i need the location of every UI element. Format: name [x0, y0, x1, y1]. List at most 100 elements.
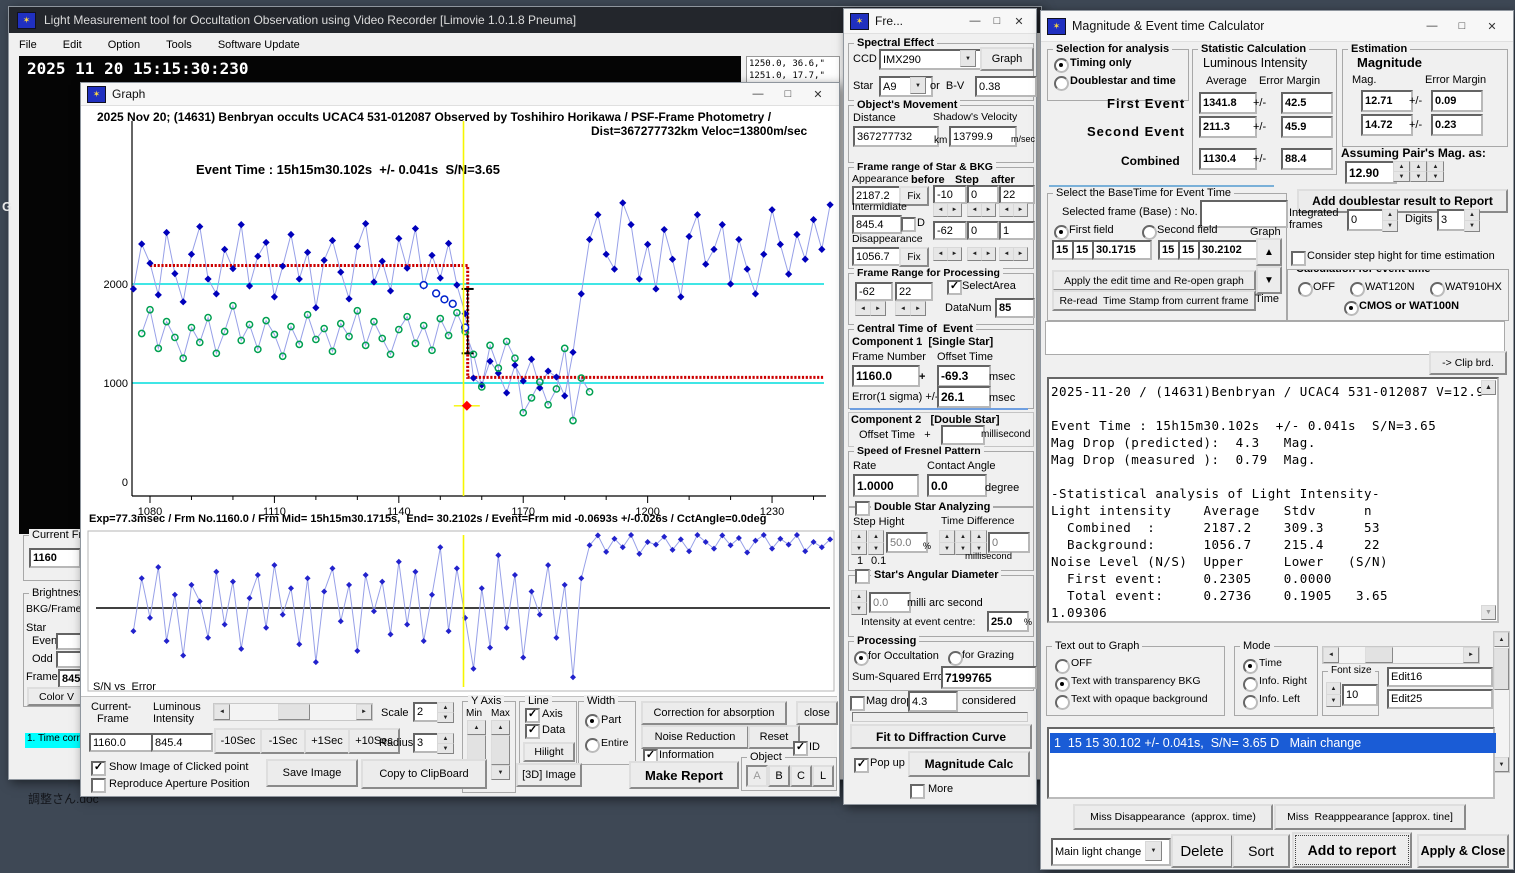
id-checkbox[interactable] [793, 741, 808, 756]
to-right-icon[interactable]: ► [910, 301, 926, 316]
before2-right-icon[interactable]: ► [947, 247, 962, 261]
vscroll-up-icon[interactable]: ▲ [1494, 632, 1509, 647]
textout-trans-radio[interactable] [1055, 677, 1070, 692]
radius-down-icon[interactable]: ▼ [437, 743, 454, 754]
graph-minimize-icon[interactable]: — [743, 85, 773, 104]
menu-tools[interactable]: Tools [166, 39, 192, 51]
mode-left-radio[interactable] [1243, 695, 1258, 710]
from-left-icon[interactable]: ◄ [855, 301, 871, 316]
ymax-down-icon[interactable]: ▼ [491, 765, 510, 780]
angular-checkbox[interactable] [855, 569, 870, 584]
assume-down2-icon[interactable]: ▼ [1410, 171, 1427, 182]
apply-edit-time-button[interactable]: Apply the edit time and Re-open graph [1052, 270, 1256, 291]
hilight-button[interactable]: Hilight [523, 742, 575, 762]
step-hight-field[interactable]: 50.0 [886, 532, 928, 553]
error-sigma-field[interactable]: 26.1 [937, 386, 991, 408]
fresnel-maximize-icon[interactable]: □ [986, 12, 1008, 31]
wat910-radio[interactable] [1430, 282, 1445, 297]
correction-absorption-button[interactable]: Correction for absorption [641, 701, 787, 725]
minus-10sec-button[interactable]: -10Sec [214, 728, 262, 754]
more-checkbox[interactable] [910, 784, 925, 799]
font-size-field[interactable]: 10 [1342, 684, 1378, 706]
after2-right-icon[interactable]: ► [1013, 247, 1028, 261]
report-scroll-up-icon[interactable]: ▲ [1481, 380, 1496, 395]
before1-right-icon[interactable]: ► [947, 203, 962, 217]
delete-button[interactable]: Delete [1171, 834, 1233, 868]
central-frame-field[interactable]: 1160.0 [852, 365, 920, 387]
sort-button[interactable]: Sort [1232, 834, 1290, 868]
event-list-box[interactable]: 1 15 15 30.102 +/- 0.041s, S/N= 3.65 D M… [1047, 727, 1496, 799]
object-a-button[interactable]: A [746, 765, 768, 787]
time-difference-field[interactable]: 0 [988, 532, 1030, 553]
object-b-button[interactable]: B [768, 765, 790, 787]
wat120-radio[interactable] [1350, 282, 1365, 297]
range-to-field[interactable]: 22 [895, 282, 933, 301]
font-down-icon[interactable]: ▼ [1326, 694, 1341, 707]
sse-field[interactable]: 7199765 [941, 666, 1037, 689]
textout-off-radio[interactable] [1055, 659, 1070, 674]
fresnel-close-icon[interactable]: ✕ [1008, 12, 1030, 31]
add-to-report-button[interactable]: Add to report [1292, 832, 1412, 868]
rate-field[interactable]: 1.0000 [853, 474, 919, 497]
t2-sec-field[interactable]: 30.2102 [1198, 240, 1258, 260]
integ-down-icon[interactable]: ▼ [1382, 220, 1398, 232]
frame-scrollbar[interactable]: ◄ ► [213, 703, 373, 721]
step-down1-icon[interactable]: ▼ [851, 542, 867, 555]
after1-left-icon[interactable]: ◄ [999, 203, 1014, 217]
part-radio[interactable] [585, 714, 600, 729]
menu-file[interactable]: File [19, 39, 37, 51]
popup-checkbox[interactable] [854, 758, 869, 773]
report-text-area[interactable]: 2025-11-20 / (14631)Benbryan / UCAC4 531… [1047, 377, 1499, 623]
miss-reappearance-button[interactable]: Miss Reapppearance [approx. tine] [1274, 804, 1466, 830]
grazing-radio[interactable] [948, 651, 963, 666]
double-star-checkbox[interactable] [855, 501, 870, 516]
miss-disappearance-button[interactable]: Miss Disappearance (approx. time) [1073, 804, 1273, 830]
off-radio[interactable] [1298, 282, 1313, 297]
after1-right-icon[interactable]: ► [1013, 203, 1028, 217]
offset-time-field[interactable]: -69.3 [937, 365, 991, 387]
first-field-radio[interactable] [1054, 225, 1069, 240]
time-down-button[interactable]: ▼ [1256, 266, 1282, 294]
step2-right-icon[interactable]: ► [981, 247, 996, 261]
reread-timestamp-button[interactable]: Re-read Time Stamp from current frame [1052, 290, 1256, 311]
assume-down1-icon[interactable]: ▼ [1393, 171, 1410, 182]
graph-current-frame-field[interactable]: 1160.0 [89, 733, 155, 752]
menu-edit[interactable]: Edit [63, 39, 82, 51]
show-image-checkbox[interactable] [91, 761, 106, 776]
hscroll-right-icon[interactable]: ► [1463, 647, 1479, 663]
before1-left-icon[interactable]: ◄ [933, 203, 948, 217]
after2-field[interactable]: 1 [999, 221, 1035, 240]
assume-down3-icon[interactable]: ▼ [1427, 171, 1444, 182]
comp2-offset-field[interactable] [941, 425, 985, 445]
vscroll-down-icon[interactable]: ▼ [1494, 757, 1509, 772]
fresnel-minimize-icon[interactable]: — [964, 12, 986, 31]
doublestar-radio[interactable] [1054, 76, 1069, 91]
make-report-button[interactable]: Make Report [629, 761, 739, 789]
intermediate-d-checkbox[interactable] [901, 217, 916, 232]
consider-step-checkbox[interactable] [1291, 251, 1306, 266]
integrated-frames-field[interactable]: 0 [1347, 209, 1387, 231]
mode-right-radio[interactable] [1243, 677, 1258, 692]
text-h-scrollbar[interactable]: ◄ ► [1322, 646, 1480, 664]
step-down2-icon[interactable]: ▼ [868, 542, 884, 555]
calc-close-icon[interactable]: ✕ [1477, 17, 1507, 36]
header-text-box[interactable] [1045, 321, 1505, 355]
clip-board-button[interactable]: -> Clip brd. [1429, 351, 1507, 375]
apply-close-button[interactable]: Apply & Close [1417, 834, 1509, 868]
datanum-field[interactable]: 85 [995, 298, 1035, 318]
select-area-checkbox[interactable] [947, 280, 962, 295]
before2-left-icon[interactable]: ◄ [933, 247, 948, 261]
scale-down-icon[interactable]: ▼ [437, 712, 454, 723]
graph-maximize-icon[interactable]: □ [773, 85, 803, 104]
graph-close-icon[interactable]: ✕ [803, 85, 833, 104]
calc-minimize-icon[interactable]: — [1417, 17, 1447, 36]
menu-option[interactable]: Option [108, 39, 140, 51]
textout-opaque-radio[interactable] [1055, 695, 1070, 710]
before1-field[interactable]: -10 [933, 185, 967, 204]
plus-1sec-button[interactable]: +1Sec [304, 728, 350, 754]
range-from-field[interactable]: -62 [855, 282, 893, 301]
mag-drop-checkbox[interactable] [850, 696, 865, 711]
hscroll-left-icon[interactable]: ◄ [1323, 647, 1339, 663]
mag-drop-field[interactable]: 4.3 [908, 691, 958, 712]
ymax-track[interactable] [491, 735, 510, 765]
